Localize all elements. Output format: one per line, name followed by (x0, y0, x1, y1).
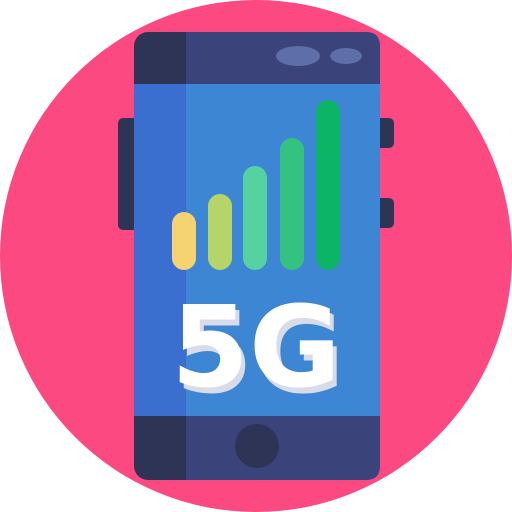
signal-bar-2 (208, 194, 232, 270)
signal-bar-5 (316, 100, 340, 270)
signal-bar-1 (172, 212, 196, 270)
signal-bar-4 (280, 138, 304, 270)
network-label: 5G (171, 283, 341, 413)
icon-stage: 5G 5G (0, 0, 512, 512)
speaker-icon (276, 46, 320, 66)
5g-smartphone-icon: 5G 5G (0, 0, 512, 512)
home-button[interactable] (235, 424, 279, 468)
signal-bar-3 (243, 166, 267, 270)
camera-icon (330, 48, 362, 64)
